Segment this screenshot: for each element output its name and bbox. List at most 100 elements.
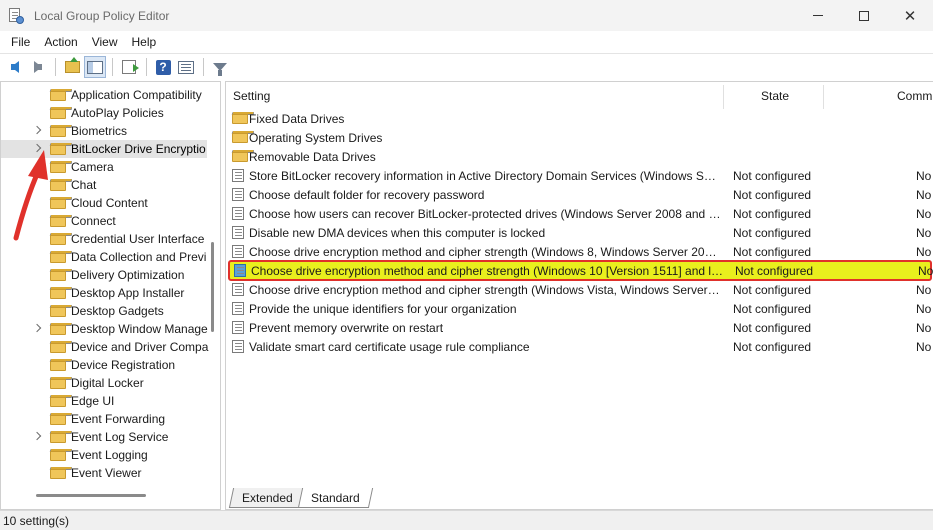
back-icon	[11, 61, 19, 73]
tree-item[interactable]: Credential User Interface	[1, 230, 207, 248]
close-button[interactable]: ✕	[887, 0, 933, 31]
setting-row[interactable]: Choose drive encryption method and ciphe…	[228, 260, 933, 281]
folder-row[interactable]: Operating System Drives	[226, 128, 933, 147]
setting-state: Not configured	[733, 340, 812, 354]
tree-item[interactable]: Desktop Gadgets	[1, 302, 207, 320]
setting-row[interactable]: Choose default folder for recovery passw…	[226, 185, 933, 204]
window-title: Local Group Policy Editor	[34, 8, 170, 23]
tree-item[interactable]: Desktop Window Manage	[1, 320, 208, 338]
chevron-right-icon[interactable]	[32, 431, 42, 441]
tree-item[interactable]: Biometrics	[1, 122, 207, 140]
filter-button[interactable]	[209, 56, 231, 78]
up-folder-button[interactable]	[61, 56, 83, 78]
close-icon: ✕	[903, 7, 917, 25]
tree-item[interactable]: BitLocker Drive Encryptio	[1, 140, 207, 158]
back-button[interactable]	[4, 56, 26, 78]
tree-item[interactable]: Event Logging	[1, 446, 207, 464]
column-separator[interactable]	[823, 85, 824, 109]
tree-item[interactable]: Desktop App Installer	[1, 284, 207, 302]
toolbar-separator	[112, 58, 113, 76]
tree-item[interactable]: Device Registration	[1, 356, 207, 374]
tree-item-label: Event Log Service	[71, 430, 169, 444]
chevron-right-icon[interactable]	[32, 143, 42, 153]
tree-item[interactable]: Event Forwarding	[1, 410, 207, 428]
setting-state: Not configured	[733, 245, 812, 259]
tree-item[interactable]: Connect	[1, 212, 207, 230]
folder-icon	[49, 233, 73, 245]
maximize-button[interactable]	[841, 0, 887, 31]
show-hide-tree-button[interactable]	[84, 56, 106, 78]
setting-row[interactable]: Prevent memory overwrite on restart Not c…	[226, 318, 933, 337]
tab-extended[interactable]: Extended	[228, 488, 306, 508]
tree-horizontal-scrollbar[interactable]	[36, 494, 146, 497]
tree-item[interactable]: Cloud Content	[1, 194, 207, 212]
folder-icon	[49, 449, 73, 461]
tree-pane[interactable]: Application Compatibility AutoPlay Polici…	[0, 81, 221, 510]
folder-row[interactable]: Fixed Data Drives	[226, 109, 933, 128]
tree-item[interactable]: Event Log Service	[1, 428, 207, 446]
policy-setting-icon	[232, 169, 245, 182]
up-folder-icon	[64, 57, 80, 73]
folder-icon	[49, 107, 73, 119]
setting-comment: No	[916, 340, 932, 354]
setting-row[interactable]: Provide the unique identifiers for your …	[226, 299, 933, 318]
tree-vertical-scrollbar[interactable]	[211, 242, 214, 332]
tree-item-label: Event Logging	[71, 448, 148, 462]
folder-icon	[49, 161, 73, 173]
tab-standard-label: Standard	[310, 490, 360, 505]
tree-item-label: Edge UI	[71, 394, 115, 408]
settings-list-pane[interactable]: Setting State Comm Fixed Data Drives Oper…	[225, 81, 933, 510]
column-header-comment[interactable]: Comm	[897, 82, 932, 110]
setting-name: Removable Data Drives	[249, 150, 376, 164]
setting-row[interactable]: Choose drive encryption method and ciphe…	[226, 280, 933, 299]
tree-item[interactable]: Application Compatibility	[1, 86, 207, 104]
help-button[interactable]: ?	[152, 56, 174, 78]
setting-comment: No	[916, 283, 932, 297]
setting-row[interactable]: Validate smart card certificate usage ru…	[226, 337, 933, 356]
chevron-right-icon[interactable]	[32, 323, 42, 333]
setting-row[interactable]: Disable new DMA devices when this comput…	[226, 223, 933, 242]
tree-item-label: Delivery Optimization	[71, 268, 185, 282]
tree-item[interactable]: Digital Locker	[1, 374, 207, 392]
chevron-right-icon[interactable]	[32, 125, 42, 135]
setting-name: Prevent memory overwrite on restart	[249, 321, 444, 335]
tree-item[interactable]: Delivery Optimization	[1, 266, 207, 284]
tree-item[interactable]: Chat	[1, 176, 207, 194]
view-tabs: Extended Standard	[225, 486, 373, 508]
tree-item[interactable]: Device and Driver Compa	[1, 338, 208, 356]
forward-button[interactable]	[27, 56, 49, 78]
setting-state: Not configured	[735, 264, 814, 278]
menu-file[interactable]: File	[4, 35, 37, 49]
tab-extended-label: Extended	[242, 490, 293, 505]
setting-state: Not configured	[733, 226, 812, 240]
tree-item-label: Credential User Interface	[71, 232, 205, 246]
setting-row[interactable]: Choose drive encryption method and ciphe…	[226, 242, 933, 261]
menu-action[interactable]: Action	[37, 35, 84, 49]
export-list-button[interactable]	[118, 56, 140, 78]
folder-icon	[49, 395, 73, 407]
setting-name: Choose drive encryption method and ciphe…	[249, 283, 722, 297]
tree-item[interactable]: Event Viewer	[1, 464, 207, 482]
tree-item-label: Device Registration	[71, 358, 176, 372]
column-header-state[interactable]: State	[761, 82, 789, 110]
tree-item[interactable]: AutoPlay Policies	[1, 104, 207, 122]
tree-item[interactable]: Camera	[1, 158, 207, 176]
setting-row[interactable]: Choose how users can recover BitLocker-p…	[226, 204, 933, 223]
minimize-button[interactable]	[795, 0, 841, 31]
folder-icon	[49, 359, 73, 371]
view-button[interactable]	[175, 56, 197, 78]
folder-row[interactable]: Removable Data Drives	[226, 147, 933, 166]
setting-row[interactable]: Store BitLocker recovery information in …	[226, 166, 933, 185]
policy-setting-icon	[232, 207, 245, 220]
menu-help[interactable]: Help	[125, 35, 164, 49]
tree-item-label: BitLocker Drive Encryptio	[71, 142, 206, 156]
folder-icon	[49, 305, 73, 317]
column-separator[interactable]	[723, 85, 724, 109]
column-header-setting[interactable]: Setting	[233, 82, 270, 110]
tab-standard[interactable]: Standard	[297, 488, 373, 508]
menu-view[interactable]: View	[85, 35, 125, 49]
folder-icon	[49, 89, 73, 101]
tree-item[interactable]: Data Collection and Previ	[1, 248, 207, 266]
tree-item[interactable]: Edge UI	[1, 392, 207, 410]
setting-comment: No	[916, 226, 932, 240]
